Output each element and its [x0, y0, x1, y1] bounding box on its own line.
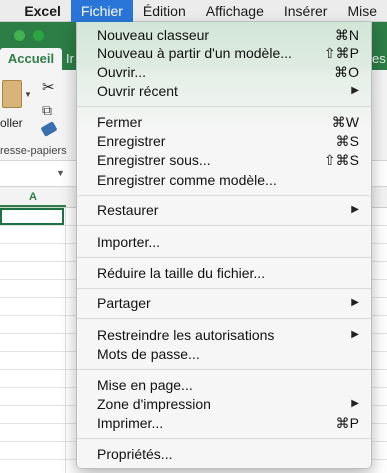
menu-separator — [77, 257, 371, 258]
menu-item-shortcut: ⌘P — [335, 415, 359, 431]
menu-separator — [77, 438, 371, 439]
menu-item-restreindre[interactable]: Restreindre les autorisations ▶ — [77, 326, 371, 345]
menu-item-imprimer[interactable]: Imprimer... ⌘P — [77, 414, 371, 433]
menu-edition[interactable]: Édition — [133, 0, 196, 22]
submenu-arrow-icon: ▶ — [351, 85, 359, 96]
fichier-menu: Nouveau classeur ⌘N Nouveau à partir d'u… — [76, 22, 372, 469]
menu-item-restaurer[interactable]: Restaurer ▶ — [77, 201, 371, 220]
menu-item-ouvrir-recent[interactable]: Ouvrir récent ▶ — [77, 82, 371, 101]
menu-item-fermer[interactable]: Fermer ⌘W — [77, 113, 371, 132]
submenu-arrow-icon: ▶ — [351, 204, 359, 215]
menu-item-label: Enregistrer sous... — [97, 152, 211, 168]
menu-item-zone-impression[interactable]: Zone d'impression ▶ — [77, 395, 371, 414]
name-box-dropdown-icon[interactable]: ▼ — [56, 168, 65, 178]
cut-icon[interactable]: ✂ — [42, 78, 55, 96]
menu-affichage[interactable]: Affichage — [196, 0, 274, 22]
menu-item-importer[interactable]: Importer... — [77, 233, 371, 252]
menu-item-label: Propriétés... — [97, 446, 173, 462]
menu-item-partager[interactable]: Partager ▶ — [77, 294, 371, 313]
window-fullscreen-button[interactable] — [33, 30, 44, 41]
submenu-arrow-icon: ▶ — [351, 297, 359, 308]
menu-item-label: Restaurer — [97, 202, 159, 218]
menu-item-shortcut: ⌘N — [334, 27, 359, 43]
menu-item-label: Partager — [97, 295, 151, 311]
menu-bar: Excel Fichier Édition Affichage Insérer … — [0, 0, 387, 22]
active-cell[interactable] — [0, 208, 64, 225]
menu-item-label: Ouvrir récent — [97, 83, 178, 99]
menu-fichier[interactable]: Fichier — [70, 0, 133, 22]
menu-item-label: Mots de passe... — [97, 346, 200, 362]
menu-mise[interactable]: Mise — [337, 0, 387, 22]
menu-item-reduire-taille[interactable]: Réduire la taille du fichier... — [77, 264, 371, 283]
menu-item-shortcut: ⌘O — [334, 64, 359, 80]
menu-item-label: Enregistrer — [97, 133, 166, 149]
menu-separator — [77, 106, 371, 107]
menu-item-ouvrir[interactable]: Ouvrir... ⌘O — [77, 63, 371, 82]
menu-item-label: Importer... — [97, 234, 161, 250]
menu-item-label: Restreindre les autorisations — [97, 327, 275, 343]
menu-item-mise-en-page[interactable]: Mise en page... — [77, 376, 371, 395]
paste-icon[interactable] — [2, 80, 22, 108]
paste-label: oller — [0, 116, 23, 130]
menu-excel[interactable]: Excel — [14, 0, 71, 22]
menu-item-shortcut: ⇧⌘S — [323, 152, 359, 168]
tab-insertion[interactable]: Ir — [66, 48, 74, 70]
menu-item-label: Fermer — [97, 114, 143, 130]
menu-item-enregistrer-sous[interactable]: Enregistrer sous... ⇧⌘S — [77, 151, 371, 170]
menu-item-nouveau-classeur[interactable]: Nouveau classeur ⌘N — [77, 26, 371, 45]
window-zoom-button[interactable] — [14, 30, 25, 41]
menu-item-label: Ouvrir... — [97, 64, 147, 80]
tab-accueil[interactable]: Accueil — [0, 48, 62, 70]
tab-right-partial[interactable]: es — [372, 48, 386, 70]
menu-separator — [77, 288, 371, 289]
menu-item-label: Mise en page... — [97, 377, 193, 393]
menu-item-enregistrer[interactable]: Enregistrer ⌘S — [77, 132, 371, 151]
menu-item-enregistrer-modele[interactable]: Enregistrer comme modèle... — [77, 171, 371, 190]
format-painter-icon[interactable] — [40, 121, 58, 137]
menu-item-shortcut: ⇧⌘P — [323, 45, 359, 61]
menu-inserer[interactable]: Insérer — [274, 0, 338, 22]
menu-item-label: Enregistrer comme modèle... — [97, 172, 277, 188]
column-header-a[interactable]: A — [0, 187, 66, 207]
menu-item-mots-de-passe[interactable]: Mots de passe... — [77, 345, 371, 364]
menu-item-shortcut: ⌘W — [331, 114, 359, 130]
menu-item-nouveau-modele[interactable]: Nouveau à partir d'un modèle... ⇧⌘P — [77, 44, 371, 63]
menu-item-label: Nouveau classeur — [97, 27, 210, 43]
menu-item-label: Nouveau à partir d'un modèle... — [97, 45, 292, 61]
menu-item-label: Imprimer... — [97, 415, 164, 431]
submenu-arrow-icon: ▶ — [351, 398, 359, 409]
menu-item-label: Réduire la taille du fichier... — [97, 265, 266, 281]
menu-separator — [77, 195, 371, 196]
menu-item-label: Zone d'impression — [97, 396, 211, 412]
paste-dropdown-icon[interactable]: ▼ — [24, 90, 32, 99]
menu-item-shortcut: ⌘S — [335, 133, 359, 149]
submenu-arrow-icon: ▶ — [351, 329, 359, 340]
menu-item-proprietes[interactable]: Propriétés... — [77, 445, 371, 464]
menu-separator — [77, 225, 371, 226]
menu-separator — [77, 369, 371, 370]
copy-icon[interactable]: ⧉ — [42, 102, 52, 119]
clipboard-group-label: resse-papiers — [0, 145, 67, 157]
menu-separator — [77, 318, 371, 319]
